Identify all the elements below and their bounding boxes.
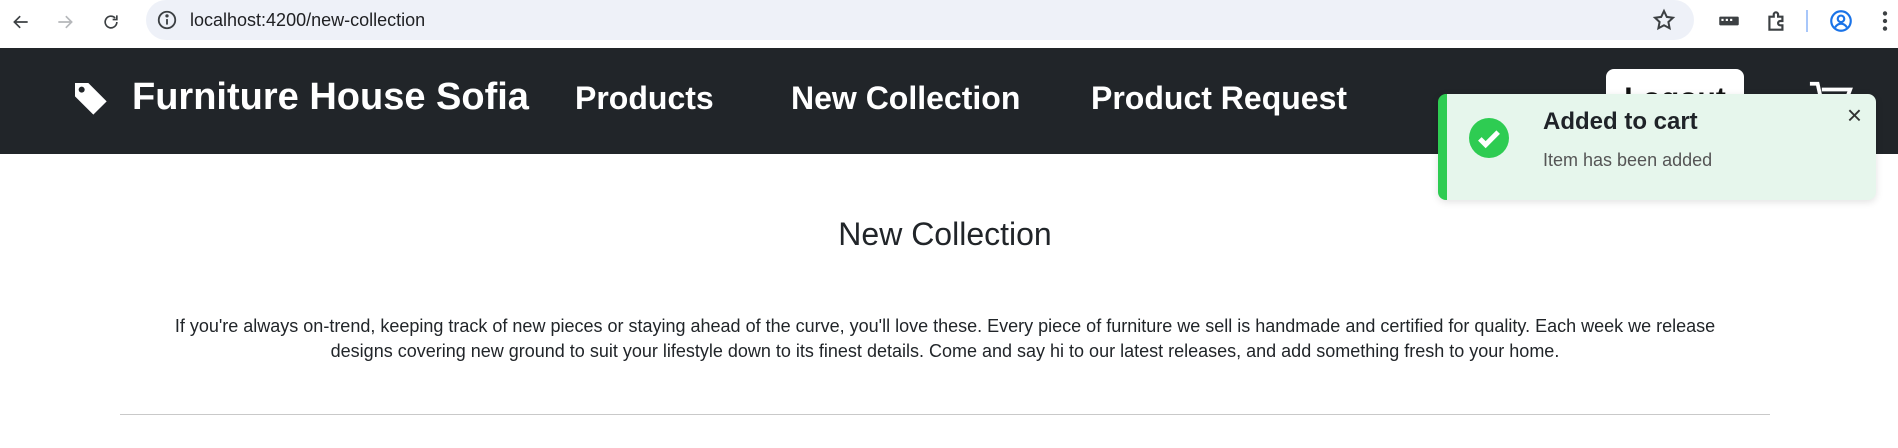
reload-icon[interactable] [96, 7, 126, 37]
close-icon[interactable]: × [1847, 100, 1862, 131]
description-line: If you're always on-trend, keeping track… [174, 316, 1716, 336]
forward-icon[interactable] [50, 7, 80, 37]
menu-kebab-icon[interactable] [1872, 8, 1898, 34]
page-title: New Collection [838, 216, 1052, 252]
collection-description: If you're always on-trend, keeping track… [160, 314, 1730, 364]
brand[interactable]: Furniture House Sofia [70, 76, 529, 119]
tag-icon [73, 82, 107, 115]
toolbar-separator [1806, 10, 1808, 32]
nav-new-collection[interactable]: New Collection [791, 80, 1020, 117]
check-circle-icon [1469, 118, 1509, 158]
profile-icon[interactable] [1828, 8, 1854, 34]
nav-product-request[interactable]: Product Request [1091, 80, 1347, 117]
description-line: designs covering new ground to suit your… [330, 341, 1560, 361]
added-to-cart-toast: Added to cart Item has been added × [1438, 94, 1876, 200]
address-bar[interactable]: localhost:4200/new-collection [146, 0, 1694, 40]
brand-name[interactable]: Furniture House Sofia [132, 76, 529, 119]
toast-message: Item has been added [1543, 150, 1713, 170]
url-text[interactable]: localhost:4200/new-collection [190, 10, 425, 31]
nav-products[interactable]: Products [575, 80, 714, 117]
site-info-icon[interactable] [156, 9, 178, 31]
back-icon[interactable] [6, 7, 36, 37]
toast-title: Added to cart [1543, 108, 1698, 135]
divider [120, 414, 1770, 415]
bookmark-star-icon[interactable] [1652, 8, 1676, 32]
extension-icon[interactable] [1716, 8, 1742, 34]
browser-toolbar: localhost:4200/new-collection [0, 0, 1898, 48]
extensions-puzzle-icon[interactable] [1764, 8, 1790, 34]
